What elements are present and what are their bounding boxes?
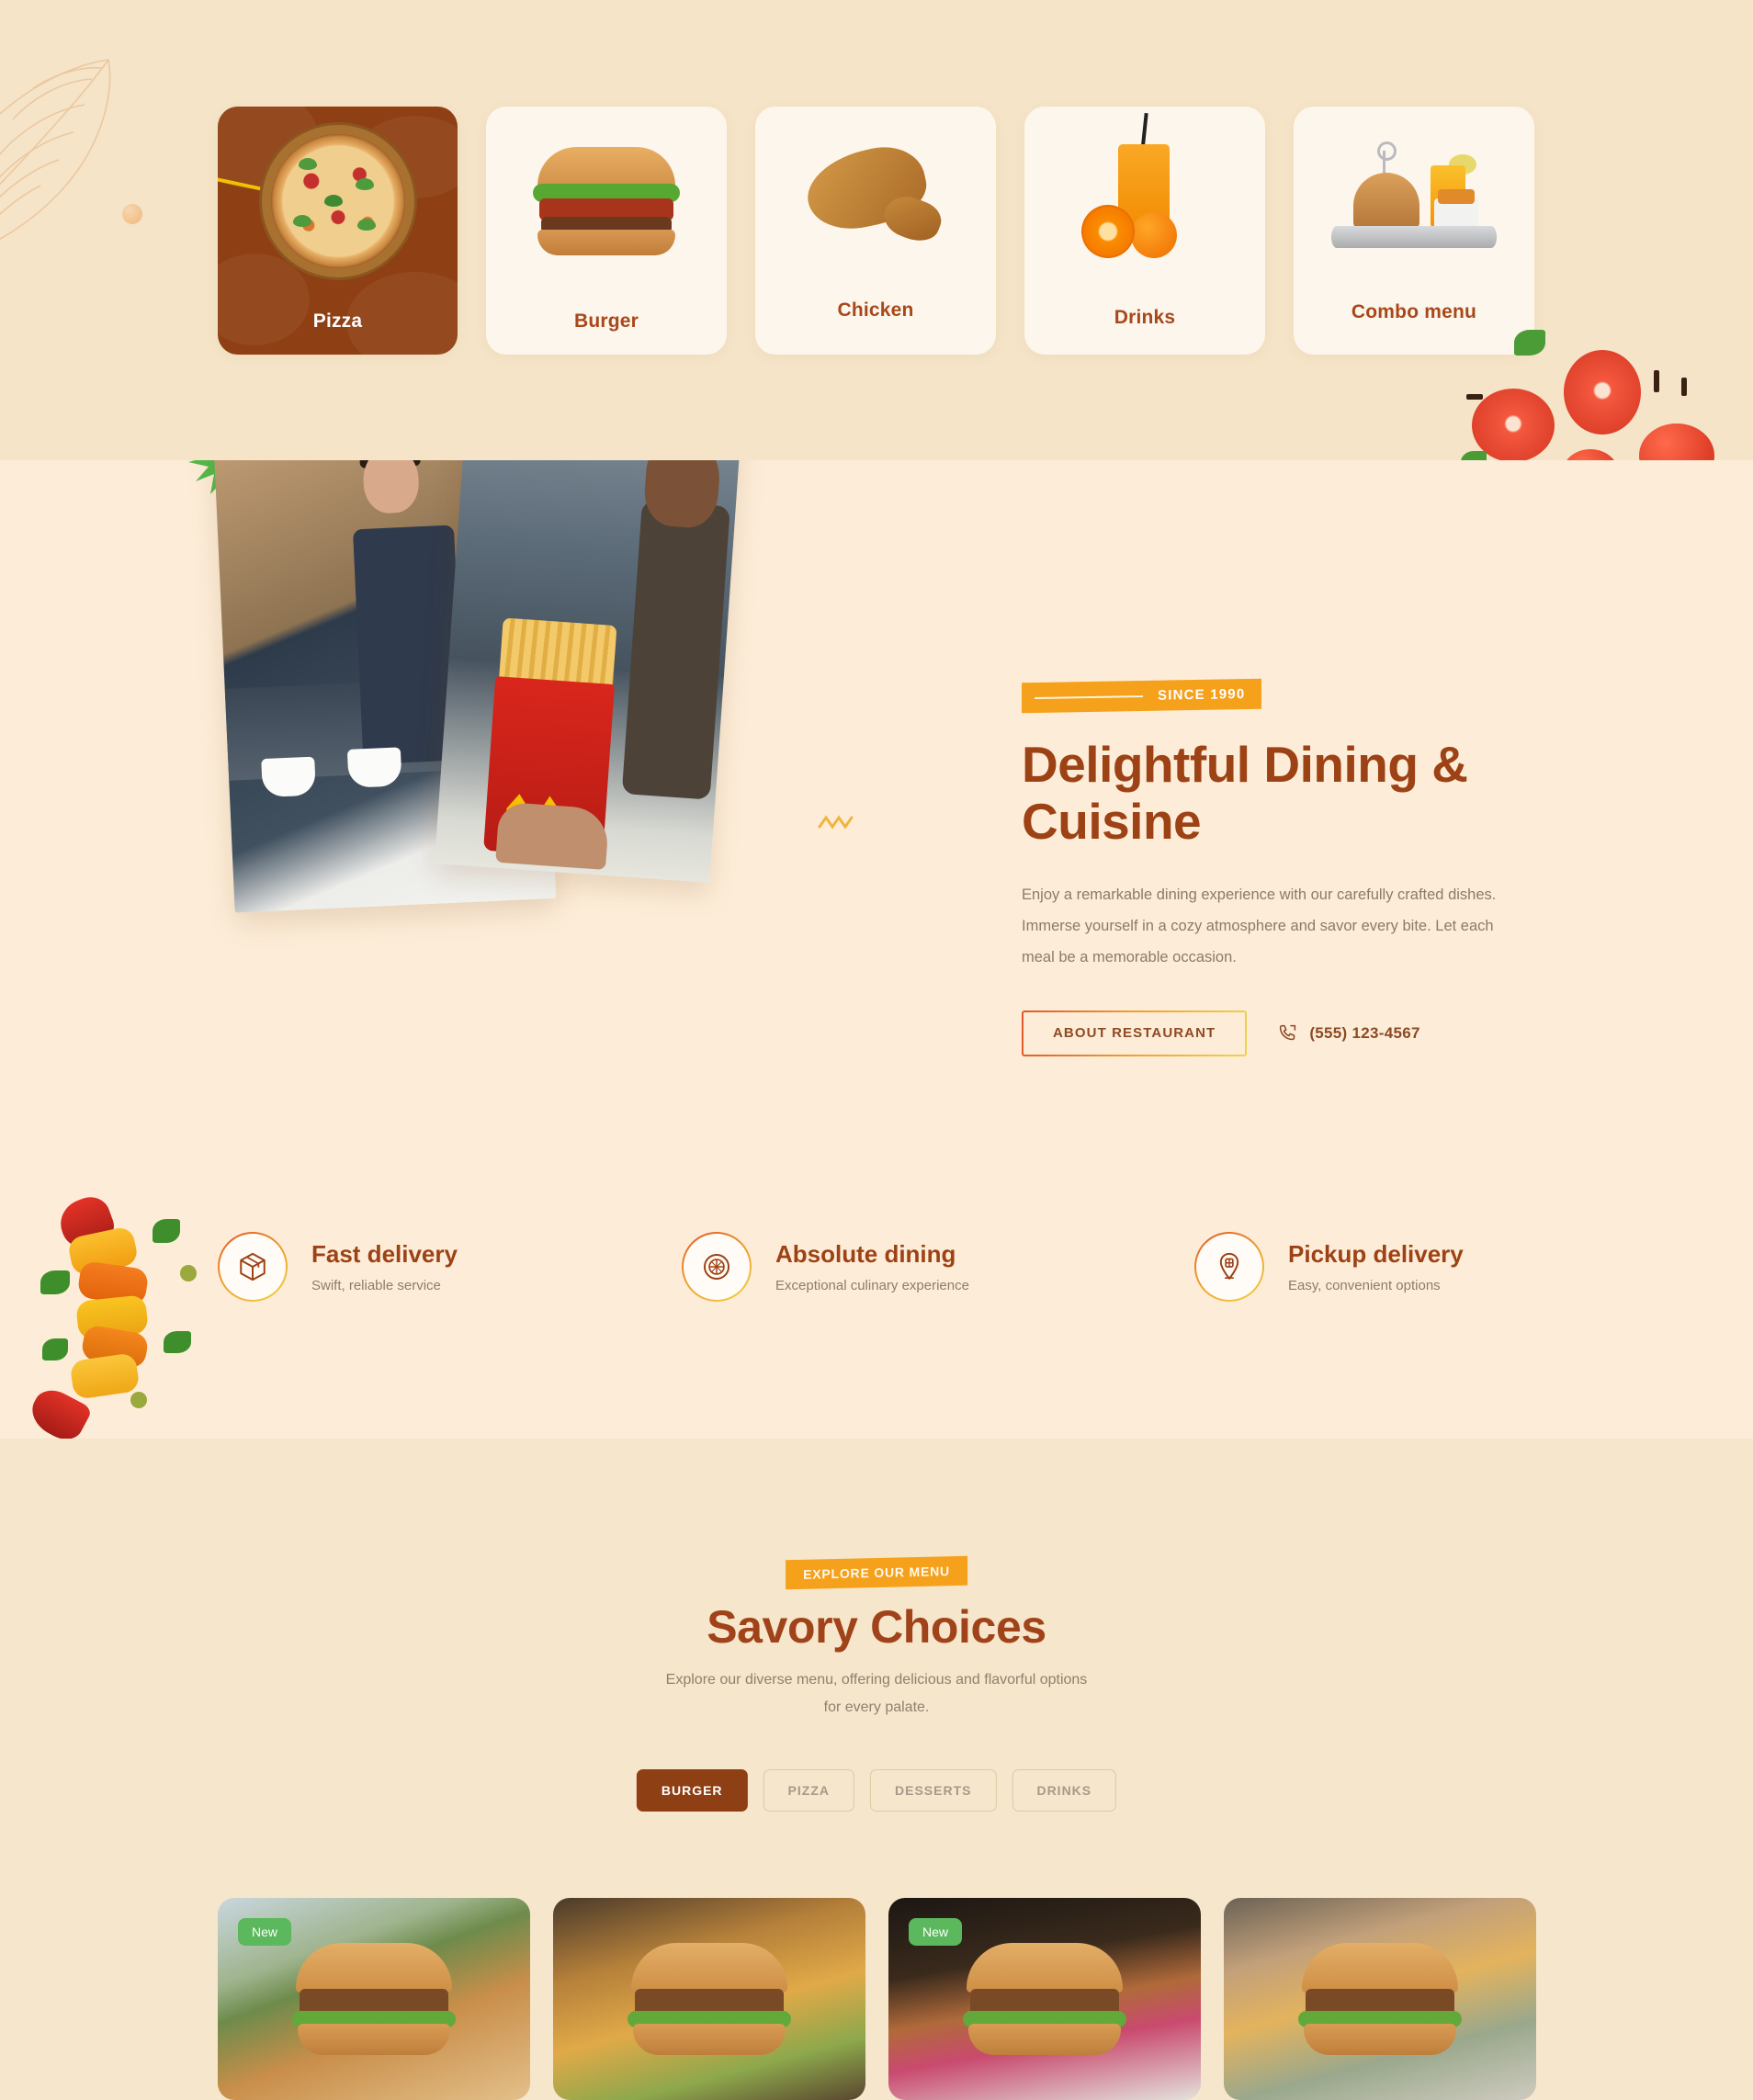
pizza-icon: [218, 107, 458, 295]
hero-action-row: ABOUT RESTAURANT (555) 123-4567: [1022, 1010, 1610, 1056]
product-image: [1298, 1943, 1462, 2062]
feature-pickup-delivery: Pickup delivery Easy, convenient options: [1194, 1232, 1464, 1302]
tomato-half-icon: [1564, 350, 1641, 435]
category-card-drinks[interactable]: Drinks: [1024, 107, 1265, 355]
tomato-half-icon: [1472, 389, 1555, 460]
feature-subtitle: Exceptional culinary experience: [775, 1278, 969, 1294]
feature-subtitle: Swift, reliable service: [311, 1278, 441, 1294]
category-label: Burger: [573, 310, 639, 332]
product-image: [628, 1943, 791, 2062]
clove-icon: [1681, 378, 1687, 396]
hero-photo-collage: [0, 460, 919, 1030]
menu-title: Savory Choices: [707, 1601, 1046, 1653]
leaf-decor-icon: [0, 59, 111, 241]
hero-text-block: SINCE 1990 Delightful Dining & Cuisine E…: [1022, 678, 1610, 1056]
category-label: Chicken: [837, 299, 914, 321]
category-label: Drinks: [1114, 307, 1176, 328]
basil-leaf-icon: [1461, 451, 1487, 460]
fries-photo: [434, 460, 742, 883]
hero-title: Delightful Dining & Cuisine: [1022, 736, 1468, 850]
feature-title: Pickup delivery: [1288, 1239, 1464, 1268]
features-row: Fast delivery Swift, reliable service Ab…: [0, 1232, 1753, 1360]
category-label: Combo menu: [1351, 301, 1477, 322]
category-card-pizza[interactable]: Pizza: [218, 107, 458, 355]
filter-tab-burger[interactable]: BURGER: [636, 1769, 748, 1812]
hero-description: Enjoy a remarkable dining experience wit…: [1022, 886, 1497, 966]
filter-tab-desserts[interactable]: DESSERTS: [869, 1769, 997, 1812]
category-card-chicken[interactable]: Chicken: [755, 107, 996, 355]
category-card-burger[interactable]: Burger: [486, 107, 727, 355]
clove-icon: [1466, 394, 1483, 400]
product-image: [963, 1943, 1126, 2062]
tomato-whole-icon: [1562, 449, 1619, 460]
dining-plate-icon: [682, 1232, 752, 1302]
tomato-whole-icon: [1639, 423, 1714, 460]
menu-subtitle: Explore our diverse menu, offering delic…: [665, 1672, 1088, 1716]
categories-section: Pizza Burger Chicken Drinks Combo menu: [0, 0, 1753, 460]
explore-menu-badge: EXPLORE OUR MENU: [786, 1555, 967, 1590]
burger-icon: [486, 107, 727, 295]
chicken-icon: [755, 107, 996, 295]
zigzag-icon: [818, 815, 854, 830]
location-pin-icon: [1194, 1232, 1264, 1302]
since-badge-label: SINCE 1990: [1158, 686, 1246, 704]
new-badge: New: [238, 1918, 292, 1946]
clove-icon: [1654, 370, 1659, 392]
product-card[interactable]: [1224, 1898, 1536, 2100]
feature-absolute-dining: Absolute dining Exceptional culinary exp…: [682, 1232, 969, 1302]
category-card-combo-menu[interactable]: Combo menu: [1294, 107, 1534, 355]
feature-subtitle: Easy, convenient options: [1288, 1278, 1441, 1294]
since-badge: SINCE 1990: [1022, 678, 1262, 714]
phone-link[interactable]: (555) 123-4567: [1278, 1023, 1419, 1043]
product-image: [292, 1943, 456, 2062]
phone-icon: [1280, 1024, 1296, 1041]
hero-section: SINCE 1990 Delightful Dining & Cuisine E…: [0, 460, 1753, 1439]
menu-filter-tabs: BURGER PIZZA DESSERTS DRINKS: [636, 1769, 1117, 1812]
drink-icon: [1024, 107, 1265, 295]
menu-section: EXPLORE OUR MENU Savory Choices Explore …: [0, 1439, 1753, 2100]
feature-fast-delivery: Fast delivery Swift, reliable service: [218, 1232, 458, 1302]
new-badge: New: [909, 1918, 963, 1946]
package-box-icon: [218, 1232, 288, 1302]
feature-title: Fast delivery: [311, 1239, 458, 1268]
category-card-row: Pizza Burger Chicken Drinks Combo menu: [218, 107, 1534, 355]
red-pepper-icon: [24, 1383, 94, 1439]
product-card[interactable]: [553, 1898, 865, 2100]
leaf-dot-decor: [122, 204, 142, 224]
combo-menu-icon: [1294, 107, 1534, 295]
feature-title: Absolute dining: [775, 1239, 956, 1268]
product-card[interactable]: New: [888, 1898, 1201, 2100]
category-label: Pizza: [312, 310, 363, 332]
filter-tab-pizza[interactable]: PIZZA: [763, 1769, 854, 1812]
filter-tab-drinks[interactable]: DRINKS: [1012, 1769, 1117, 1812]
product-card-row: New New: [218, 1898, 1536, 2100]
product-card[interactable]: New: [218, 1898, 530, 2100]
since-badge-line: [1035, 694, 1143, 699]
about-restaurant-button[interactable]: ABOUT RESTAURANT: [1022, 1010, 1247, 1056]
phone-number: (555) 123-4567: [1309, 1023, 1420, 1042]
olive-icon: [130, 1392, 147, 1408]
restaurant-landing-page: Pizza Burger Chicken Drinks Combo menu S…: [0, 0, 1753, 2100]
